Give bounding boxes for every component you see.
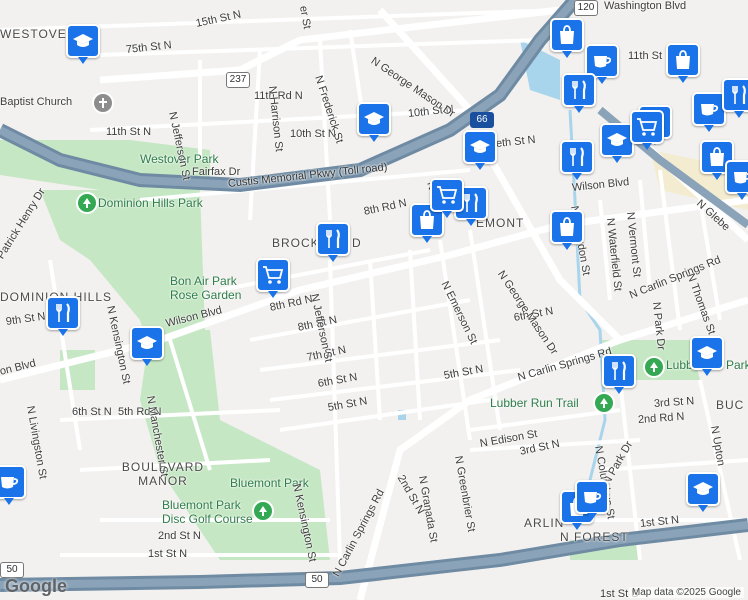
poi-pin-restaurant[interactable]	[560, 140, 594, 180]
street-2nd-west: 2nd St N	[158, 530, 201, 542]
park-disc-golf-2: Disc Golf Course	[162, 512, 253, 526]
poi-pin-coffee-cup[interactable]	[575, 480, 609, 520]
street-11th: 11th St N	[106, 126, 152, 138]
poi-pin-restaurant[interactable]	[46, 296, 80, 336]
poi-pin-shopping-bag[interactable]	[666, 43, 700, 83]
street-fairfax: Fairfax Dr	[192, 166, 241, 178]
poi-pin-graduation-cap[interactable]	[600, 123, 634, 163]
poi-pin-restaurant[interactable]	[602, 354, 636, 394]
poi-pin-coffee-cup[interactable]	[0, 465, 26, 505]
poi-pin-graduation-cap[interactable]	[357, 102, 391, 142]
poi-pin-shopping-cart[interactable]	[430, 178, 464, 218]
neighborhood-westover: WESTOVER	[0, 27, 77, 41]
poi-pin-shopping-cart[interactable]	[256, 258, 290, 298]
park-marker[interactable]	[76, 192, 98, 214]
park-disc-golf-1: Bluemont Park	[162, 498, 241, 512]
map-attribution[interactable]: Map data ©2025 Google	[628, 587, 744, 598]
poi-pin-shopping-bag[interactable]	[550, 18, 584, 58]
street-1st-west: 1st St N	[148, 548, 188, 560]
poi-pin-graduation-cap[interactable]	[463, 130, 497, 170]
poi-pin-shopping-bag[interactable]	[550, 210, 584, 250]
poi-pin-graduation-cap[interactable]	[686, 472, 720, 512]
poi-pin-restaurant[interactable]	[316, 222, 350, 262]
poi-pin-graduation-cap[interactable]	[690, 336, 724, 376]
poi-pin-graduation-cap[interactable]	[130, 326, 164, 366]
park-bonair-1: Bon Air Park	[170, 274, 237, 288]
church-marker[interactable]	[92, 92, 114, 114]
neighborhood-buckingham: BUC	[716, 398, 745, 412]
place-church: Baptist Church	[0, 96, 73, 108]
park-bonair-2: Rose Garden	[170, 288, 242, 302]
poi-pin-coffee-cup[interactable]	[725, 160, 748, 200]
neighborhood-arlington-a: ARLIN	[524, 516, 565, 530]
park-marker[interactable]	[593, 392, 615, 414]
poi-pin-restaurant[interactable]	[722, 78, 748, 118]
neighborhood-arlington-b: N FOREST	[560, 530, 629, 544]
neighborhood-brockwood: BROCK	[272, 236, 320, 250]
poi-pin-graduation-cap[interactable]	[66, 24, 100, 64]
route-120-shield: 120	[574, 0, 598, 16]
park-marker[interactable]	[643, 356, 665, 378]
park-dominion-hills: Dominion Hills Park	[98, 196, 203, 210]
park-marker[interactable]	[252, 500, 274, 522]
i66-shield: 66	[470, 112, 494, 128]
poi-pin-shopping-cart[interactable]	[630, 110, 664, 150]
route-237-shield: 237	[226, 72, 250, 88]
google-logo: Google	[5, 576, 67, 596]
street-6th-west: 6th St N	[72, 406, 112, 418]
park-lubber-trail: Lubber Run Trail	[490, 396, 579, 410]
street-washington: Washington Blvd	[604, 0, 687, 12]
us50-shield: 50	[305, 572, 329, 588]
poi-pin-coffee-cup[interactable]	[692, 92, 726, 132]
map-canvas[interactable]: WESTOVER BROCK D EMONT DOMINION HILLS BO…	[0, 0, 748, 600]
neighborhood-brockwood-end: D	[352, 236, 362, 250]
poi-pin-restaurant[interactable]	[562, 73, 596, 113]
